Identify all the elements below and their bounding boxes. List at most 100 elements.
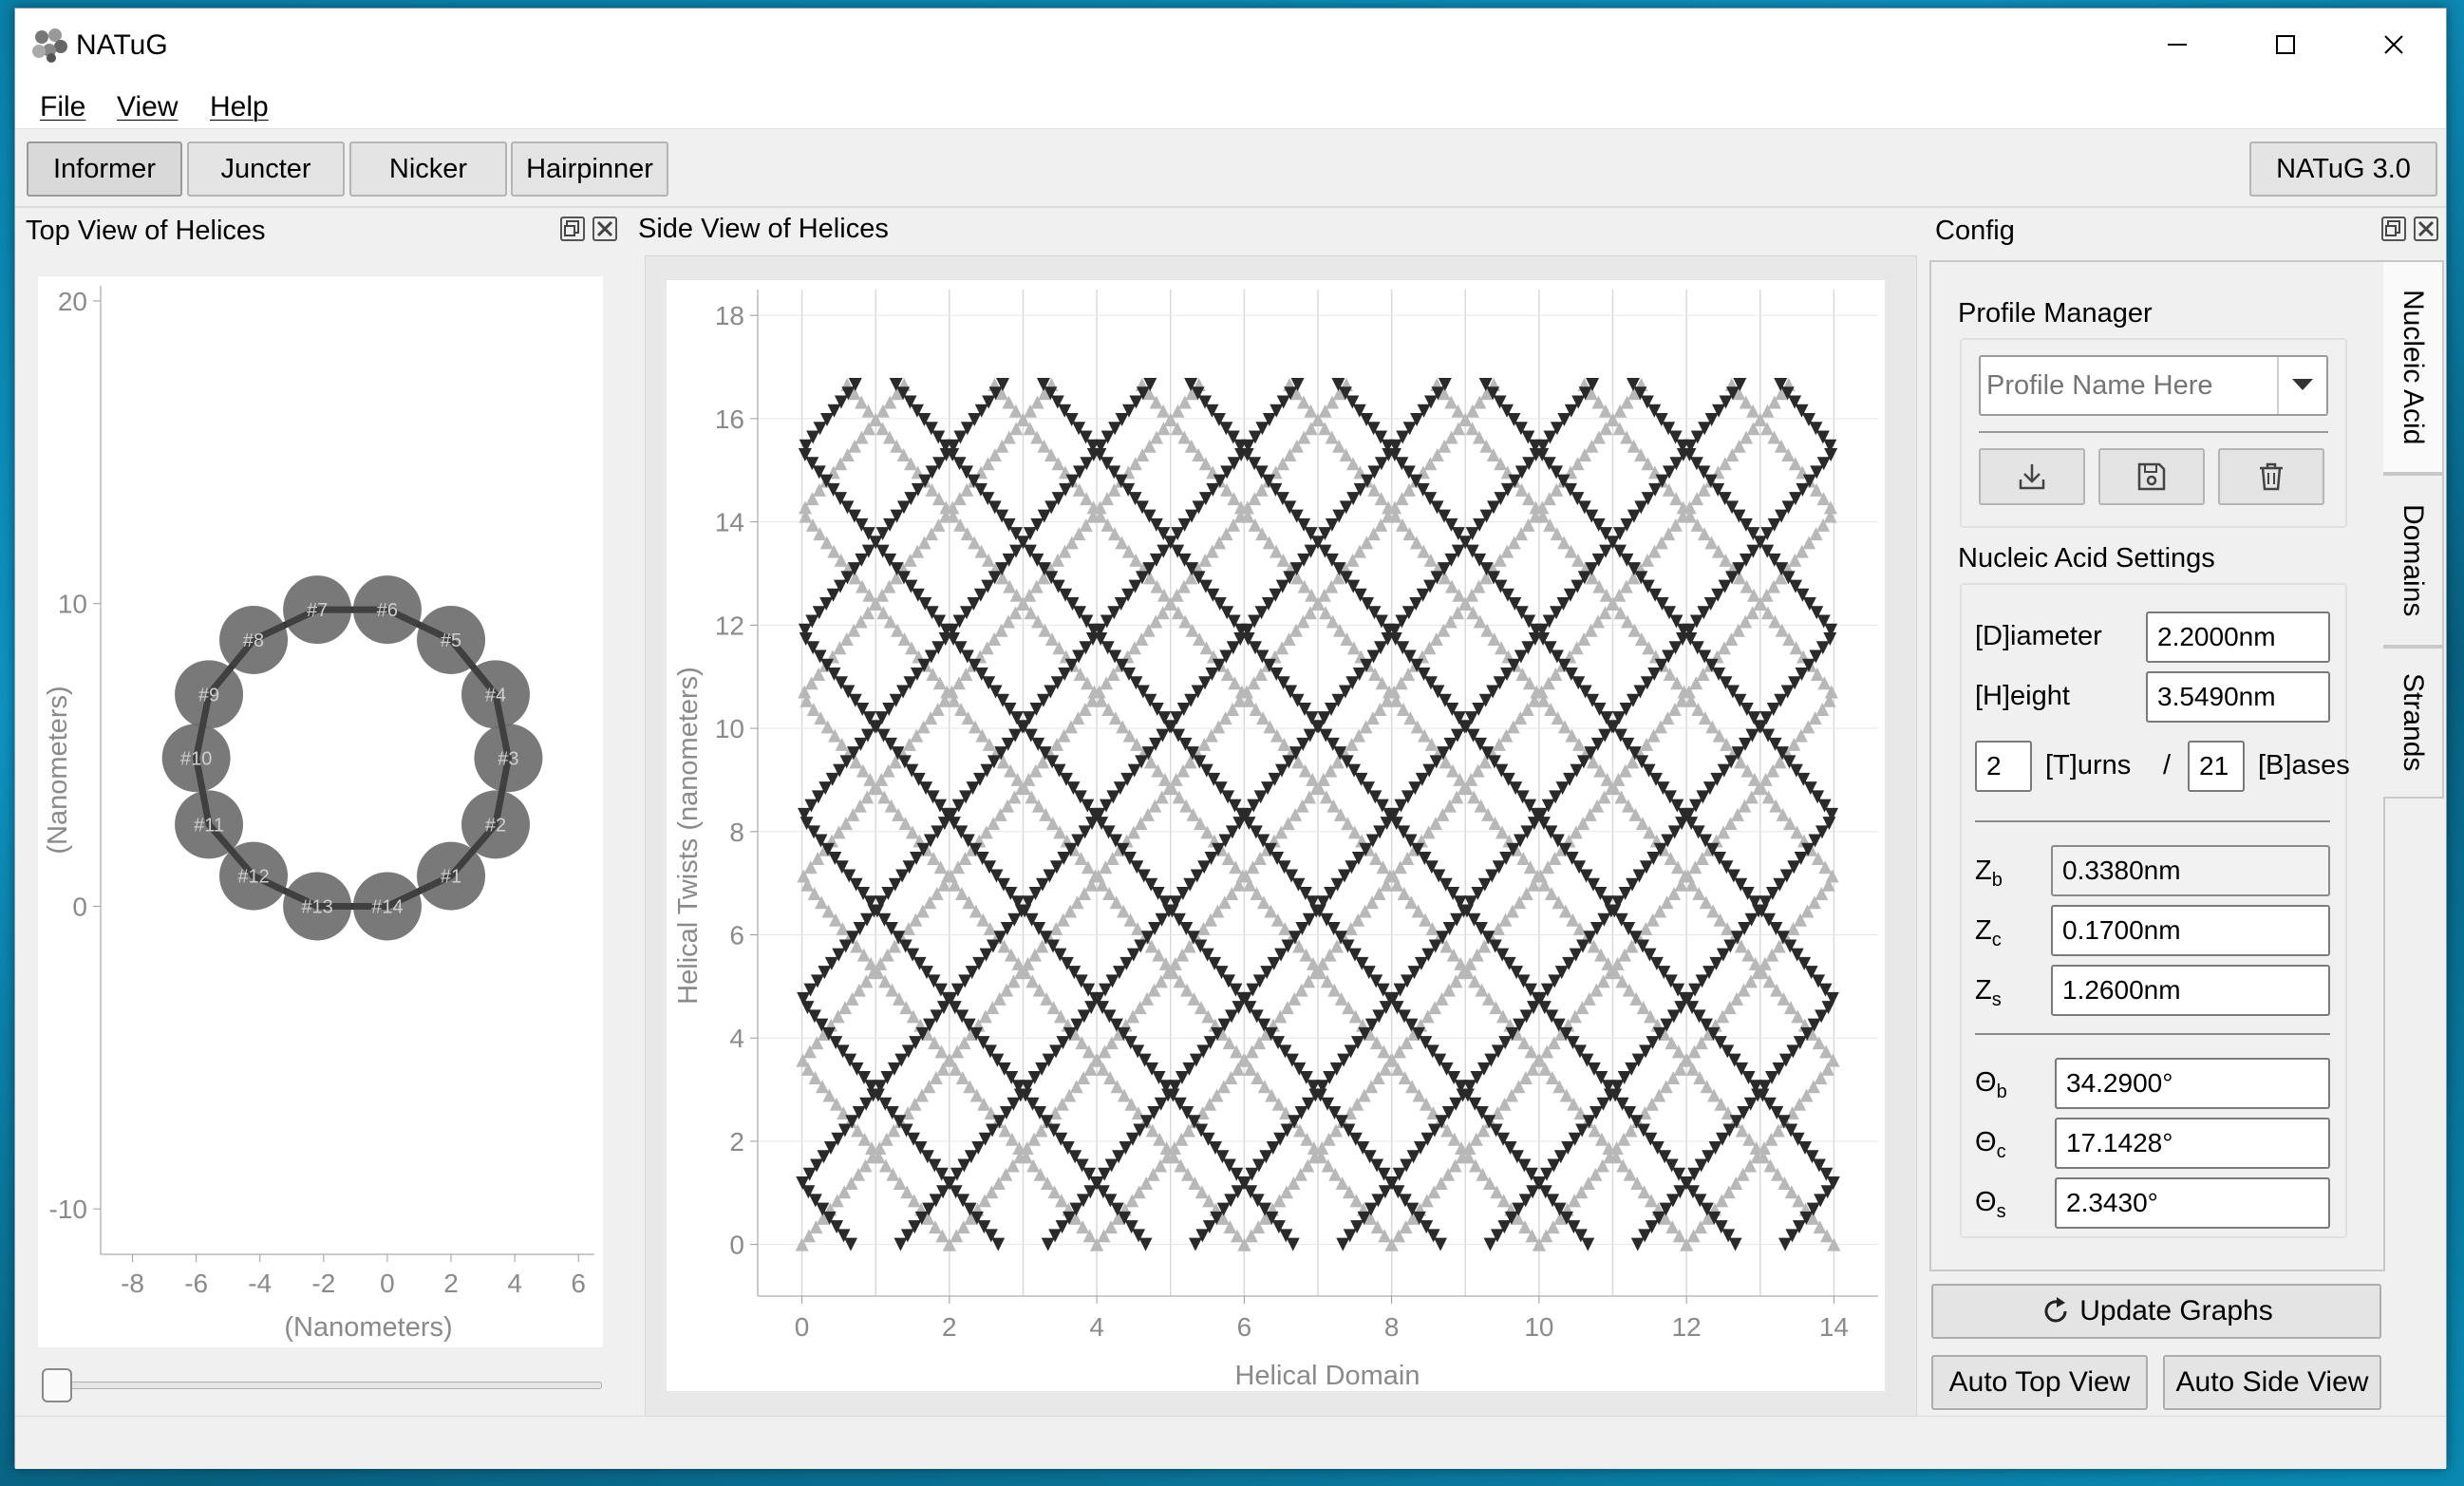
save-profile-button[interactable] (2098, 448, 2205, 505)
domain-label: #14 (371, 896, 403, 917)
bases-field[interactable]: 21 (2188, 741, 2245, 792)
menu-view[interactable]: View (117, 91, 178, 123)
top-view-close-button[interactable] (592, 216, 617, 241)
side-view-y-tick-label: 18 (715, 301, 744, 330)
version-button[interactable]: NATuG 3.0 (2249, 141, 2437, 197)
diameter-field[interactable]: 2.2000nm (2146, 611, 2330, 663)
side-view-chart[interactable]: 0 2 4 6 8 10 12 14 0 2 4 6 8 10 12 14 16 18 Helical Domai… (667, 280, 1885, 1391)
side-view-x-tick-label: 8 (1384, 1312, 1400, 1342)
config-float-button[interactable] (2381, 216, 2406, 241)
top-view-y-tick-label: 0 (72, 892, 87, 921)
float-icon (564, 220, 579, 236)
auto-top-view-button[interactable]: Auto Top View (1931, 1355, 2148, 1410)
top-view-ylabel: (Nanometers) (43, 686, 73, 854)
side-view-y-tick-label: 0 (729, 1231, 744, 1260)
close-window-button[interactable] (2340, 9, 2448, 80)
side-view-xlabel: Helical Domain (1234, 1361, 1420, 1391)
status-bar (15, 1416, 2446, 1469)
theta-c-label: Θc (1975, 1127, 2006, 1162)
profile-select[interactable] (1979, 355, 2328, 416)
domain-label: #10 (180, 748, 212, 769)
domain-label: #8 (243, 630, 264, 651)
config-close-button[interactable] (2414, 216, 2438, 241)
tab-hairpinner[interactable]: Hairpinner (511, 141, 668, 197)
delete-profile-button[interactable] (2218, 448, 2324, 505)
profile-dropdown-toggle[interactable] (2277, 357, 2326, 414)
tab-nicker[interactable]: Nicker (349, 141, 507, 197)
theta-c-field[interactable]: 17.1428° (2055, 1118, 2330, 1169)
top-view-slider[interactable] (42, 1366, 602, 1404)
profile-manager-label: Profile Manager (1958, 298, 2153, 329)
tab-domains[interactable]: Domains (2383, 474, 2444, 647)
profile-name-input[interactable] (1986, 365, 2271, 406)
theta-s-label: Θs (1975, 1187, 2006, 1222)
close-icon (2384, 34, 2403, 54)
side-view-plot[interactable]: 0 2 4 6 8 10 12 14 0 2 4 6 8 10 12 14 16 18 Helical Domai… (667, 280, 1885, 1391)
close-icon (2417, 220, 2435, 237)
top-view-x-tick-label: -6 (184, 1269, 208, 1298)
domain-label: #1 (441, 867, 461, 888)
load-profile-button[interactable] (1979, 448, 2085, 505)
toolbar: Informer Juncter Nicker Hairpinner NATuG… (15, 130, 2446, 208)
zs-field[interactable]: 1.2600nm (2051, 965, 2330, 1016)
side-view-x-tick-label: 0 (795, 1312, 810, 1342)
config-title: Config (1935, 216, 2015, 246)
top-view-chart[interactable]: -8 -6 -4 -2 0 2 4 6 20 10 0 -10 #1 #2 #3 #4 #5 #6 #7 #8 #9 #… (38, 276, 603, 1347)
top-view-x-tick-label: 6 (571, 1269, 586, 1298)
slider-track[interactable] (51, 1382, 602, 1389)
domain-label: #3 (498, 748, 518, 769)
title-bar[interactable]: NATuG (15, 9, 2446, 80)
tab-nucleic-acid[interactable]: Nucleic Acid (2383, 260, 2444, 474)
tab-strands[interactable]: Strands (2383, 647, 2444, 799)
zb-label: Zb (1975, 856, 2003, 891)
config-panel: Profile Manager Nucleic Acid Settings [D… (1929, 260, 2385, 1271)
side-view-y-tick-label: 16 (715, 404, 744, 434)
side-view-y-tick-label: 12 (715, 611, 744, 640)
tab-juncter[interactable]: Juncter (187, 141, 345, 197)
theta-b-field[interactable]: 34.2900° (2055, 1058, 2330, 1109)
menu-file[interactable]: File (40, 91, 85, 123)
side-view-x-tick-label: 2 (942, 1312, 957, 1342)
domain-label: #5 (441, 630, 461, 651)
top-view-plot[interactable]: -8 -6 -4 -2 0 2 4 6 20 10 0 -10 #1 #2 #3 #4 #5 #6 #7 #8 #9 #… (38, 276, 603, 1347)
turns-field[interactable]: 2 (1975, 741, 2032, 792)
update-graphs-button[interactable]: Update Graphs (1931, 1284, 2381, 1339)
side-view-x-tick-label: 12 (1672, 1312, 1702, 1342)
turns-bases-separator: / (2163, 750, 2172, 781)
maximize-button[interactable] (2231, 9, 2340, 80)
side-view-ylabel: Helical Twists (nanometers) (673, 667, 704, 1005)
side-view-y-tick-label: 14 (715, 508, 744, 537)
top-view-y-tick-label: -10 (49, 1194, 87, 1224)
tab-informer[interactable]: Informer (27, 141, 182, 197)
side-view-y-tick-label: 4 (729, 1024, 744, 1053)
app-logo-icon (32, 28, 67, 63)
save-icon (2137, 462, 2166, 491)
top-view-y-tick-label: 10 (58, 590, 87, 619)
zc-label: Zc (1975, 915, 2002, 950)
zb-field[interactable]: 0.3380nm (2051, 845, 2330, 896)
theta-b-label: Θb (1975, 1067, 2007, 1102)
refresh-icon (2044, 1297, 2067, 1323)
side-view-x-tick-label: 4 (1089, 1312, 1104, 1342)
height-field[interactable]: 3.5490nm (2146, 671, 2330, 723)
menu-bar: File View Help (15, 80, 2446, 129)
turns-label: [T]urns (2045, 750, 2132, 781)
slider-handle[interactable] (42, 1368, 72, 1402)
height-label: [H]eight (1975, 681, 2070, 711)
minimize-button[interactable] (2123, 9, 2231, 80)
bases-label: [B]ases (2258, 750, 2350, 781)
auto-side-view-button[interactable]: Auto Side View (2163, 1355, 2381, 1410)
theta-s-field[interactable]: 2.3430° (2055, 1177, 2330, 1229)
top-view-x-tick-label: -8 (121, 1269, 144, 1298)
minimize-icon (2168, 43, 2187, 46)
menu-help[interactable]: Help (210, 91, 269, 123)
window-title: NATuG (76, 29, 168, 61)
domain-label: #9 (198, 685, 219, 705)
zc-field[interactable]: 0.1700nm (2051, 905, 2330, 956)
top-view-title: Top View of Helices (26, 216, 266, 246)
top-view-float-button[interactable] (560, 216, 585, 241)
domain-connection-overlay (193, 606, 512, 910)
side-view-x-tick-label: 6 (1237, 1312, 1252, 1342)
top-view-x-tick-label: 4 (507, 1269, 522, 1298)
diameter-label: [D]iameter (1975, 621, 2102, 651)
